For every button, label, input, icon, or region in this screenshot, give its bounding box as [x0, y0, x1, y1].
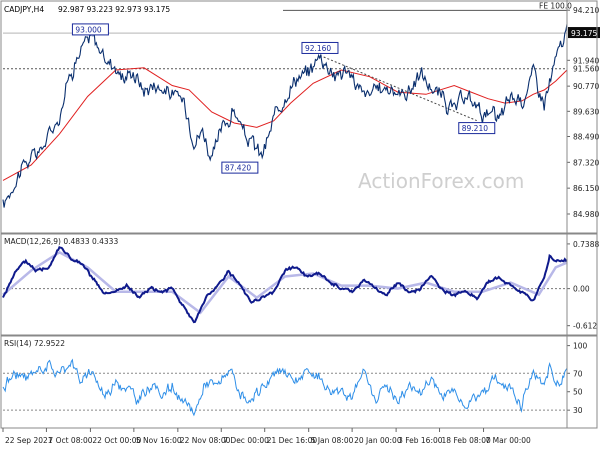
y-tick-label: 87.320: [573, 158, 599, 167]
trendline: [319, 54, 477, 122]
y-tick-label: 0.7388: [573, 240, 599, 249]
macd-panel: 0.7388 0.00 -0.612 MACD(12,26,9) 0.4833 0.…: [2, 237, 599, 331]
macd-title: MACD(12,26,9) 0.4833 0.4333: [4, 237, 118, 246]
x-tick-label: 18 Feb 08:00: [442, 436, 491, 445]
y-tick-label: 100: [573, 342, 588, 351]
y-tick-label: 91.940: [573, 56, 599, 65]
x-tick-label: 7 Mar 00:00: [486, 436, 532, 445]
x-tick-label: 22 Sep 2021: [5, 436, 53, 445]
y-tick-label: 70: [573, 369, 583, 378]
x-tick-label: 3 Feb 16:00: [398, 436, 443, 445]
current-price-label: 93.175: [571, 29, 597, 38]
rsi-line: [2, 358, 568, 417]
x-tick-label: 5 Jan 08:00: [311, 436, 354, 445]
rsi-panel: 100 70 50 30 RSI(14) 72.9522: [2, 339, 588, 417]
y-tick-label: -0.612: [573, 322, 597, 331]
price-axis-ticks: 94.210 91.940 90.770 89.630 88.490 87.320 86.1…: [573, 6, 599, 219]
swing-label: 89.210: [462, 124, 488, 133]
ohlc-values: 92.987 93.223 92.973 93.175: [58, 5, 170, 14]
y-tick-label: 89.630: [573, 107, 599, 116]
rsi-gridlines: [3, 345, 570, 411]
swing-label: 87.420: [225, 164, 251, 173]
panel-border: [0, 0, 598, 234]
panel-border: [0, 335, 598, 429]
y-tick-label: 84.980: [573, 210, 599, 219]
x-tick-label: 20 Jan 00:00: [354, 436, 402, 445]
swing-label: 93.000: [75, 25, 101, 34]
swing-label: 92.160: [305, 44, 331, 53]
x-tick-label: 22 Oct 00:00: [92, 436, 141, 445]
y-tick-label: 50: [573, 388, 583, 397]
y-tick-label: 94.210: [573, 6, 599, 15]
y-tick-label: 30: [573, 406, 583, 415]
x-tick-label: 5 Nov 16:00: [136, 436, 182, 445]
panel-frames: [0, 0, 598, 429]
rsi-title: RSI(14) 72.9522: [4, 339, 65, 348]
macd-axis-ticks: 0.7388 0.00 -0.612: [573, 240, 599, 331]
y-tick-label: 90.770: [573, 82, 599, 91]
chart-canvas: ActionForex.com 93.17591.560FE 100.093.0…: [0, 0, 600, 445]
y-tick-label: 88.490: [573, 132, 599, 141]
price-panel: ActionForex.com 93.17591.560FE 100.093.0…: [2, 1, 600, 219]
y-tick-label: 86.150: [573, 184, 599, 193]
symbol-label: CADJPY,H4: [4, 5, 44, 14]
x-tick-label: 7 Oct 08:00: [48, 436, 92, 445]
watermark: ActionForex.com: [358, 169, 524, 193]
macd-signal-line: [2, 250, 568, 315]
x-tick-label: 7 Dec 00:00: [223, 436, 269, 445]
time-axis: 22 Sep 20217 Oct 08:00 22 Oct 00:005 Nov …: [2, 428, 532, 445]
y-tick-label: 0.00: [573, 285, 590, 294]
macd-line: [2, 246, 568, 324]
rsi-axis-ticks: 100 70 50 30: [573, 342, 588, 416]
level-label: 91.560: [573, 65, 599, 74]
